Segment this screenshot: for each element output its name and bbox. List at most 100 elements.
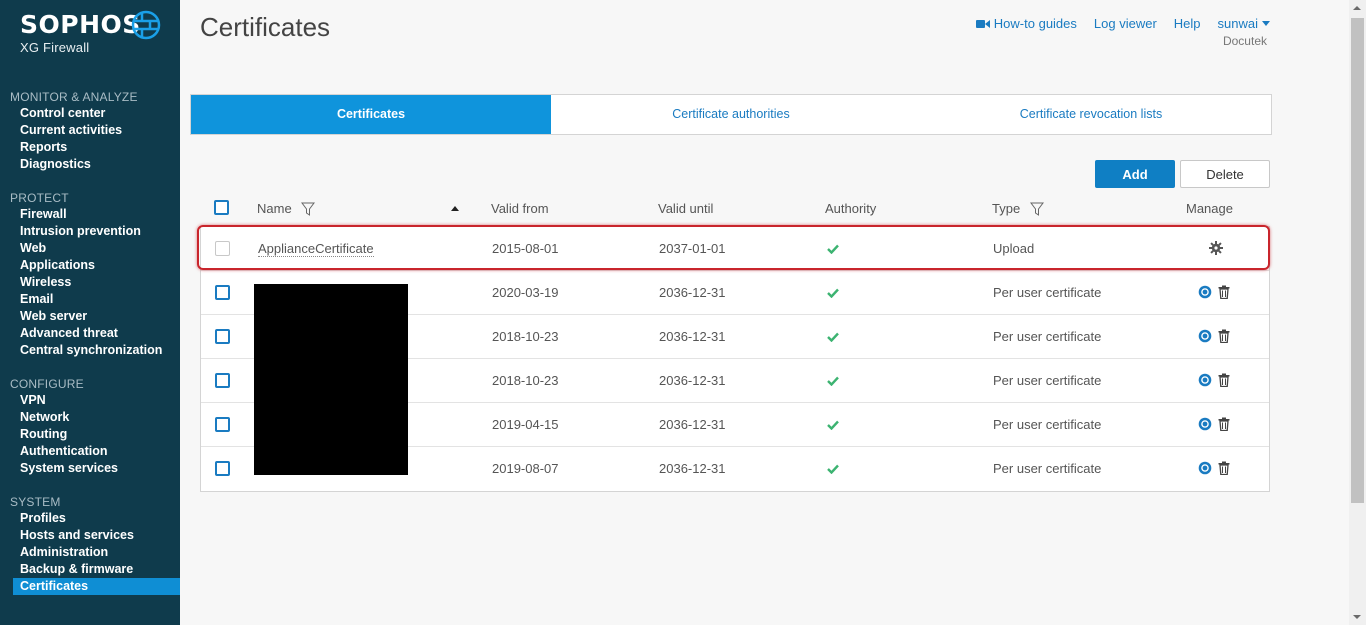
valid-until-cell: 2037-01-01: [659, 241, 726, 256]
column-name[interactable]: Name: [257, 201, 316, 216]
trash-icon[interactable]: [1217, 461, 1231, 475]
row-checkbox[interactable]: [215, 329, 230, 344]
column-valid-from[interactable]: Valid from: [491, 201, 549, 216]
valid-from-cell: 2018-10-23: [492, 329, 559, 344]
caret-down-icon: [1262, 21, 1270, 26]
filter-icon[interactable]: [1029, 202, 1044, 216]
sidebar-item-backup-firmware[interactable]: Backup & firmware: [0, 561, 180, 578]
edit-icon[interactable]: [1198, 417, 1212, 431]
check-icon: [827, 332, 839, 342]
how-to-guides-link[interactable]: How-to guides: [975, 16, 1077, 31]
vertical-scrollbar[interactable]: [1349, 0, 1366, 625]
sidebar-item-control-center[interactable]: Control center: [0, 105, 180, 122]
column-type[interactable]: Type: [992, 201, 1044, 216]
sidebar-item-web-server[interactable]: Web server: [0, 308, 180, 325]
redaction-block: [254, 284, 408, 475]
sidebar-item-vpn[interactable]: VPN: [0, 392, 180, 409]
sidebar-item-network[interactable]: Network: [0, 409, 180, 426]
video-camera-icon: [975, 20, 990, 28]
user-menu[interactable]: sunwai: [1218, 16, 1270, 31]
brand-name: SOPHOS: [20, 10, 141, 39]
sidebar-item-profiles[interactable]: Profiles: [0, 510, 180, 527]
trash-icon[interactable]: [1217, 285, 1231, 299]
row-checkbox[interactable]: [215, 373, 230, 388]
sidebar-item-web[interactable]: Web: [0, 240, 180, 257]
how-to-guides-label: How-to guides: [993, 16, 1077, 31]
sidebar-item-hosts-and-services[interactable]: Hosts and services: [0, 527, 180, 544]
valid-until-cell: 2036-12-31: [659, 285, 726, 300]
sophos-logo: SOPHOS XG Firewall: [20, 10, 141, 55]
check-icon: [827, 464, 839, 474]
valid-until-cell: 2036-12-31: [659, 329, 726, 344]
page-title: Certificates: [200, 12, 331, 42]
row-checkbox[interactable]: [215, 285, 230, 300]
sidebar-item-email[interactable]: Email: [0, 291, 180, 308]
sidebar-item-applications[interactable]: Applications: [0, 257, 180, 274]
trash-icon[interactable]: [1217, 329, 1231, 343]
nav-group-configure: CONFIGURE VPN Network Routing Authentica…: [0, 377, 180, 477]
valid-from-cell: 2020-03-19: [492, 285, 559, 300]
sidebar-item-current-activities[interactable]: Current activities: [0, 122, 180, 139]
trash-icon[interactable]: [1217, 417, 1231, 431]
sidebar-item-reports[interactable]: Reports: [0, 139, 180, 156]
sidebar-nav: MONITOR & ANALYZE Control center Current…: [0, 90, 180, 613]
sidebar-item-central-synchronization[interactable]: Central synchronization: [0, 342, 180, 359]
edit-icon[interactable]: [1198, 373, 1212, 387]
row-checkbox: [215, 241, 230, 256]
edit-icon[interactable]: [1198, 461, 1212, 475]
column-valid-until[interactable]: Valid until: [658, 201, 713, 216]
scrollbar-thumb[interactable]: [1351, 18, 1364, 503]
column-manage: Manage: [1186, 201, 1233, 216]
check-icon: [827, 244, 839, 254]
sidebar-item-wireless[interactable]: Wireless: [0, 274, 180, 291]
valid-until-cell: 2036-12-31: [659, 373, 726, 388]
edit-icon[interactable]: [1198, 285, 1212, 299]
valid-until-cell: 2036-12-31: [659, 461, 726, 476]
sidebar-item-advanced-threat[interactable]: Advanced threat: [0, 325, 180, 342]
sidebar-item-intrusion-prevention[interactable]: Intrusion prevention: [0, 223, 180, 240]
column-authority[interactable]: Authority: [825, 201, 876, 216]
log-viewer-link[interactable]: Log viewer: [1094, 16, 1157, 31]
gear-icon[interactable]: [1209, 241, 1223, 255]
top-links: How-to guides Log viewer Help sunwai: [975, 16, 1270, 31]
nav-group-protect: PROTECT Firewall Intrusion prevention We…: [0, 191, 180, 359]
row-checkbox[interactable]: [215, 417, 230, 432]
row-actions: [1198, 285, 1231, 299]
tab-certificate-revocation-lists[interactable]: Certificate revocation lists: [911, 95, 1271, 134]
sidebar-item-authentication[interactable]: Authentication: [0, 443, 180, 460]
type-cell: Per user certificate: [993, 285, 1102, 300]
check-icon: [827, 420, 839, 430]
trash-icon[interactable]: [1217, 373, 1231, 387]
type-cell: Per user certificate: [993, 417, 1102, 432]
valid-from-cell: 2015-08-01: [492, 241, 559, 256]
row-checkbox[interactable]: [215, 461, 230, 476]
sidebar-item-firewall[interactable]: Firewall: [0, 206, 180, 223]
sort-ascending-icon[interactable]: [451, 206, 459, 211]
valid-from-cell: 2019-04-15: [492, 417, 559, 432]
help-link[interactable]: Help: [1174, 16, 1201, 31]
select-all-checkbox[interactable]: [214, 200, 229, 215]
tab-certificate-authorities[interactable]: Certificate authorities: [551, 95, 911, 134]
table-row: ApplianceCertificate 2015-08-01 2037-01-…: [201, 227, 1269, 271]
delete-button[interactable]: Delete: [1180, 160, 1270, 188]
org-name: Docutek: [1222, 34, 1267, 48]
sidebar-item-diagnostics[interactable]: Diagnostics: [0, 156, 180, 173]
sidebar-item-administration[interactable]: Administration: [0, 544, 180, 561]
valid-from-cell: 2019-08-07: [492, 461, 559, 476]
valid-from-cell: 2018-10-23: [492, 373, 559, 388]
row-actions: [1198, 417, 1231, 431]
sidebar-item-certificates[interactable]: Certificates: [13, 578, 180, 595]
nav-group-title: SYSTEM: [10, 495, 61, 509]
type-cell: Per user certificate: [993, 329, 1102, 344]
sidebar-item-system-services[interactable]: System services: [0, 460, 180, 477]
sidebar: SOPHOS XG Firewall MONITOR & ANALYZE Con…: [0, 0, 180, 625]
tab-certificates[interactable]: Certificates: [191, 95, 551, 134]
filter-icon[interactable]: [301, 202, 316, 216]
add-button[interactable]: Add: [1095, 160, 1175, 188]
type-cell: Upload: [993, 241, 1035, 256]
edit-icon[interactable]: [1198, 329, 1212, 343]
sidebar-item-routing[interactable]: Routing: [0, 426, 180, 443]
certificate-name-link[interactable]: ApplianceCertificate: [258, 241, 374, 257]
scroll-up-icon[interactable]: [1353, 6, 1361, 10]
scroll-down-icon[interactable]: [1353, 615, 1361, 619]
